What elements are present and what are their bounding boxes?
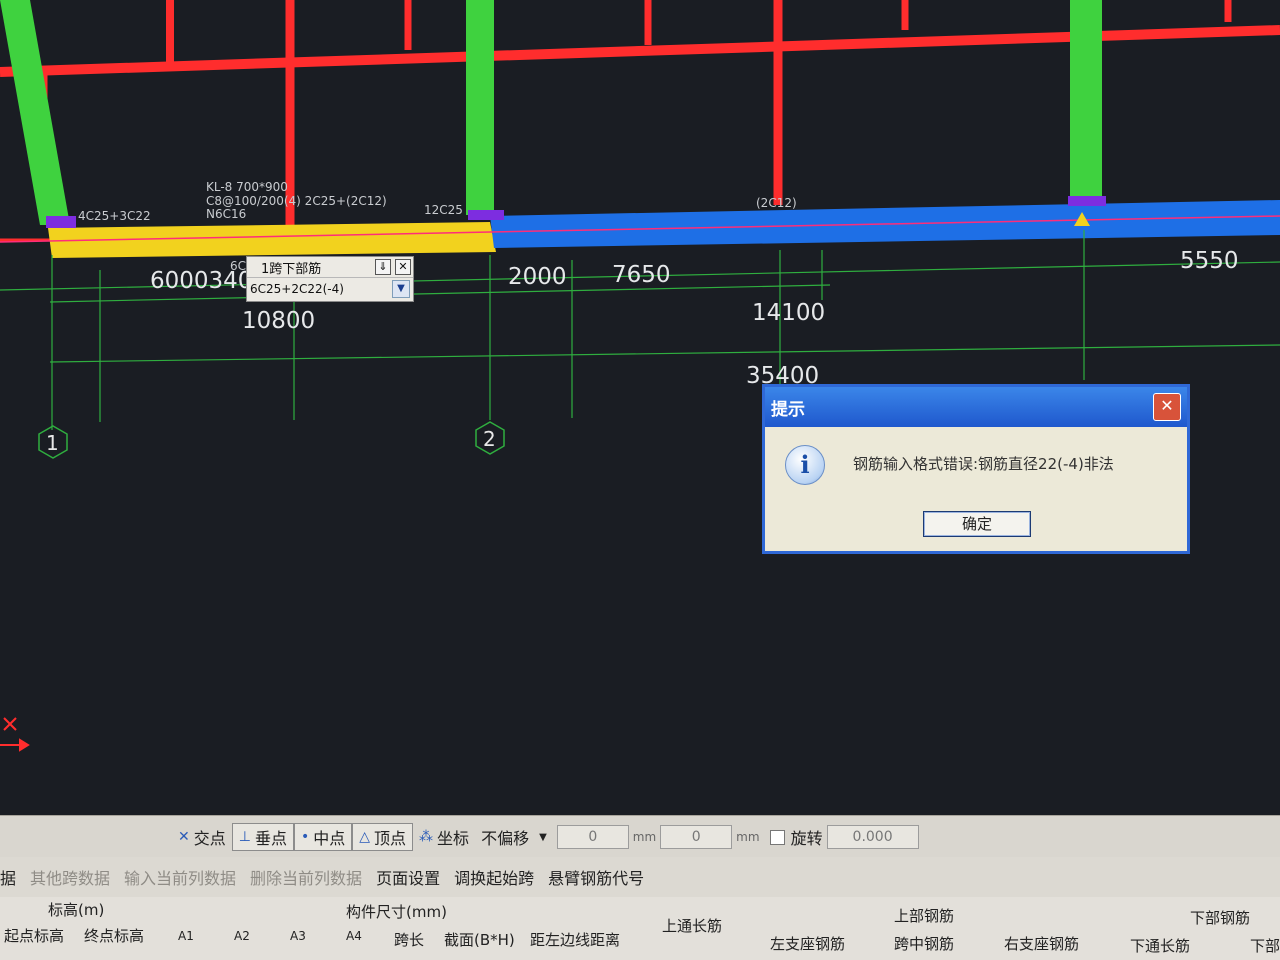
intersection-icon: ✕ [178,829,190,845]
snap-vertex-button[interactable]: △ 顶点 [352,823,414,851]
collapse-icon[interactable]: ⇓ [375,259,391,275]
col-top-through: 上通长筋 [662,917,723,935]
rebar-value[interactable]: 6C25+2C22(-4) [250,282,344,296]
menu-delete-column[interactable]: 删除当前列数据 [250,865,362,889]
axis-bubbles [38,421,505,459]
dialog-close-button[interactable]: ✕ [1153,393,1181,421]
menu-page-setup[interactable]: 页面设置 [376,865,440,889]
rebar-value-input[interactable]: 6C25+2C22(-4) ▼ [247,278,413,300]
dim-14100: 14100 [752,300,825,326]
rebar-table-header: 标高(m) 起点标高 终点标高 A1 A2 A3 A4 构件尺寸(mm) 跨长 … [0,897,1280,960]
col-group-size: 构件尺寸(mm) [346,903,447,921]
menu-input-column[interactable]: 输入当前列数据 [124,865,236,889]
rebar-editor-title-row: 1跨下部筋 ⇓ ✕ [247,257,413,278]
col-bottom-cut: 下部 [1250,937,1280,955]
beam-name-annotation: KL-8 700*900 [206,180,288,194]
menu-cut-text: 据 [0,869,17,888]
col-bottom-through: 下通长筋 [1130,937,1191,955]
info-icon: i [785,445,825,485]
col-right-support: 右支座钢筋 [1004,935,1080,953]
rotate-checkbox[interactable] [769,829,785,845]
snap-midpoint-button[interactable]: • 中点 [293,823,353,851]
col-span-length: 跨长 [394,931,425,949]
wall-elements [0,0,1102,225]
support-marker [46,216,76,228]
coordinate-icon: ⁂ [419,829,434,845]
x-offset-input[interactable]: 0 [556,825,629,849]
chevron-down-icon[interactable]: ▼ [392,280,410,298]
rotate-angle-input[interactable]: 0.000 [826,825,919,849]
snap-toolbar: ✕ 交点 ⊥ 垂点 • 中点 △ 顶点 ⁂ 坐标 不偏移 ▼ 0 mm 0 mm 旋转 0.… [0,815,1280,858]
midpoint-icon: • [300,829,310,845]
dialog-title: 提示 [771,399,805,420]
origin-marker [0,717,30,752]
top-mid-rebar: 12C25 [424,203,463,217]
chevron-down-icon: ▼ [539,831,547,843]
y-unit: mm [736,830,760,844]
snap-perpendicular-button[interactable]: ⊥ 垂点 [231,823,294,851]
col-a3: A3 [290,929,306,943]
top-left-rebar: 4C25+3C22 [78,209,151,223]
col-a2: A2 [234,929,250,943]
col-left-edge-distance: 距左边线距离 [530,931,621,949]
axis-label-1: 1 [46,431,59,455]
top-right-rebar: (2C12) [756,196,797,210]
axis-label-2: 2 [483,427,496,451]
snap-intersection-button[interactable]: ✕ 交点 [172,823,232,851]
dim-fragment: 6C [230,259,246,273]
col-mid-span: 跨中钢筋 [894,935,955,953]
rotate-label: 旋转 [790,829,823,848]
ok-button[interactable]: 确定 [923,511,1031,537]
dim-10800: 10800 [242,308,315,334]
y-offset-input[interactable]: 0 [660,825,733,849]
dim-2000: 2000 [508,264,567,290]
grid-toolbar: 据 其他跨数据 输入当前列数据 删除当前列数据 页面设置 调换起始跨 悬臂钢筋代… [0,857,1280,897]
perpendicular-icon: ⊥ [238,829,251,845]
menu-copy-span[interactable]: 其他跨数据 [30,865,110,889]
vertex-icon: △ [359,829,371,845]
col-a4: A4 [346,929,362,943]
col-group-top: 上部钢筋 [894,907,955,925]
side-bar-annotation: N6C16 [206,207,246,221]
stirrup-annotation: C8@100/200(4) 2C25+(2C12) [206,194,387,208]
menu-cantilever-code[interactable]: 悬臂钢筋代号 [548,865,644,889]
support-marker-2 [468,210,504,220]
dialog-message: 钢筋输入格式错误:钢筋直径22(-4)非法 [853,455,1114,473]
error-dialog: 提示 ✕ i 钢筋输入格式错误:钢筋直径22(-4)非法 确定 [762,384,1190,554]
col-a1: A1 [178,929,194,943]
close-icon[interactable]: ✕ [395,259,411,275]
col-start-elev: 起点标高 [4,927,65,945]
offset-mode-select[interactable]: 不偏移 ▼ [475,823,553,851]
dialog-titlebar[interactable]: 提示 ✕ [765,387,1187,427]
menu-swap-start-span[interactable]: 调换起始跨 [454,865,534,889]
snap-coordinate-button[interactable]: ⁂ 坐标 [413,823,475,851]
col-group-elevation: 标高(m) [48,901,105,919]
col-left-support: 左支座钢筋 [770,935,846,953]
dim-5550: 5550 [1180,248,1239,274]
col-section: 截面(B*H) [444,931,515,949]
col-group-bottom: 下部钢筋 [1190,909,1251,927]
dim-7650: 7650 [612,262,671,288]
rebar-inline-editor[interactable]: 1跨下部筋 ⇓ ✕ 6C25+2C22(-4) ▼ [246,256,414,302]
col-end-elev: 终点标高 [84,927,145,945]
support-marker-3 [1068,196,1106,206]
rebar-editor-title: 1跨下部筋 [261,261,322,277]
x-unit: mm [632,830,657,844]
